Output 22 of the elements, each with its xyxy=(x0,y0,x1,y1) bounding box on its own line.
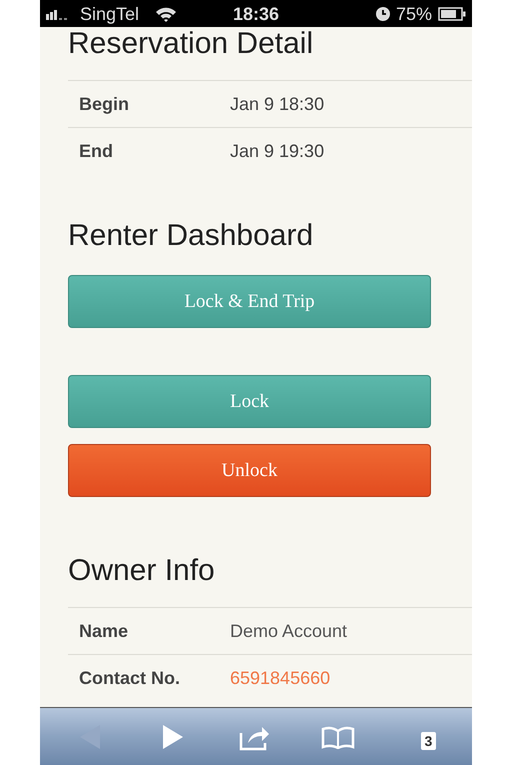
section-title: Renter Dashboard xyxy=(68,219,314,253)
field-value: Demo Account xyxy=(230,620,348,642)
field-value: Jan 9 18:30 xyxy=(230,94,324,114)
section-title: Reservation Detail xyxy=(68,27,314,61)
wifi-icon xyxy=(155,6,178,22)
clock-icon xyxy=(376,6,390,20)
clock-time: 18:36 xyxy=(232,4,280,22)
section-title: Owner Info xyxy=(68,554,216,588)
field-label: Begin xyxy=(78,94,130,114)
carrier-name: SingTel xyxy=(80,4,140,22)
unlock-button[interactable]: Unlock xyxy=(68,444,431,497)
tabs-button[interactable]: 3 xyxy=(406,724,436,750)
field-label: Name xyxy=(78,620,130,642)
field-label: Contact No. xyxy=(78,668,181,688)
field-value: Jan 9 19:30 xyxy=(230,140,324,162)
action-button[interactable]: Lock xyxy=(68,375,431,428)
book-icon[interactable] xyxy=(321,724,356,748)
battery-percent: 75% xyxy=(396,4,432,22)
battery-icon xyxy=(438,6,466,20)
phone-link[interactable]: 6591845660 xyxy=(230,668,330,688)
action-button[interactable]: Lock & End Trip xyxy=(68,275,431,328)
field-label: End xyxy=(78,140,114,162)
